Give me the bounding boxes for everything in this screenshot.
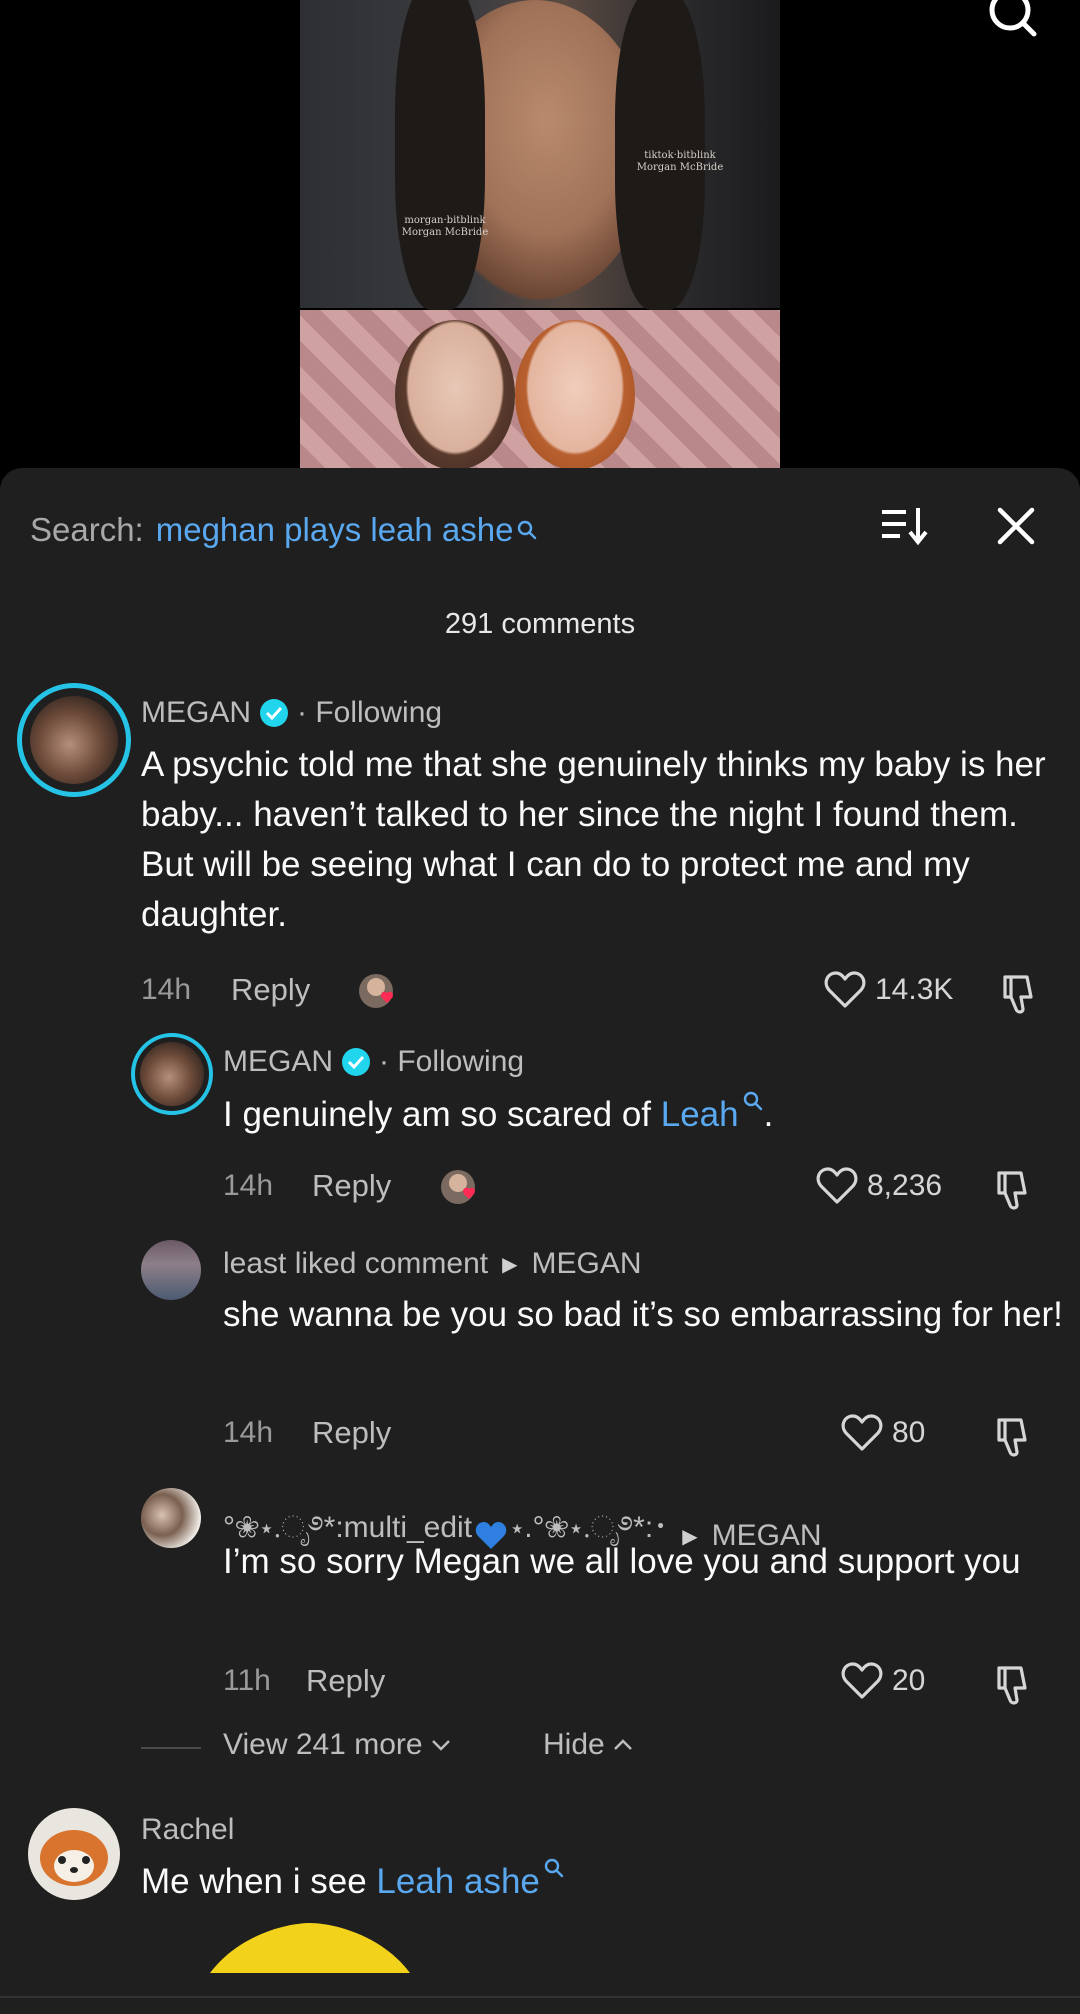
comment-text-part: . <box>763 1095 774 1134</box>
search-link[interactable]: Leah <box>661 1095 739 1134</box>
red-panda-avatar-icon <box>40 1830 108 1886</box>
like-button[interactable]: 20 <box>840 1661 925 1701</box>
following-label: · Following <box>379 1045 525 1078</box>
comment-text: she wanna be you so bad it’s so embarras… <box>223 1295 1063 1334</box>
chevron-up-icon <box>613 1739 632 1750</box>
comment-author[interactable]: MEGAN <box>223 1045 333 1079</box>
comment-time: 11h <box>223 1664 271 1697</box>
reply-to-name[interactable]: MEGAN <box>532 1247 642 1281</box>
watermark-mid: morgan·bitblink Morgan McBride <box>401 215 489 238</box>
dislike-icon[interactable] <box>991 1662 1037 1708</box>
creator-liked-icon <box>441 1170 475 1204</box>
watermark-top: tiktok·bitblink Morgan McBride <box>636 150 724 173</box>
reply-button[interactable]: Reply <box>306 1663 385 1699</box>
avatar[interactable] <box>141 1240 201 1300</box>
comment-input-bar[interactable] <box>0 1996 1080 2014</box>
like-button[interactable]: 80 <box>840 1413 925 1453</box>
like-count: 80 <box>892 1416 926 1449</box>
chevron-down-icon <box>431 1740 450 1751</box>
comment-time: 14h <box>223 1416 274 1449</box>
video-thumbnail[interactable]: tiktok·bitblink Morgan McBride morgan·bi… <box>300 0 780 468</box>
comment-time: 14h <box>223 1169 274 1202</box>
heart-icon <box>841 1414 883 1451</box>
video-player[interactable]: tiktok·bitblink Morgan McBride morgan·bi… <box>0 0 1080 475</box>
heart-icon <box>816 1167 858 1204</box>
search-icon <box>989 0 1037 37</box>
search-icon <box>544 1858 564 1878</box>
avatar[interactable] <box>141 1488 201 1548</box>
video-frame-top: tiktok·bitblink Morgan McBride morgan·bi… <box>300 0 780 310</box>
verified-icon <box>342 1048 371 1076</box>
avatar[interactable] <box>131 1033 213 1115</box>
like-count: 8,236 <box>867 1169 943 1202</box>
avatar[interactable] <box>28 1808 120 1900</box>
search-button[interactable] <box>982 0 1042 40</box>
hide-button[interactable]: Hide <box>543 1728 635 1762</box>
comment-image-preview[interactable] <box>210 1923 410 1973</box>
comment-author-line: MEGAN · Following <box>223 1045 524 1079</box>
view-more-button[interactable]: View 241 more <box>223 1728 453 1762</box>
reply-arrow-icon: ▶ <box>502 1253 518 1276</box>
comment-item: Rachel Me when i see Leah ashe <box>0 468 1080 1973</box>
comment-text: I genuinely am so scared of Leah. <box>223 1090 1063 1140</box>
hide-label: Hide <box>543 1728 605 1761</box>
comment-text: I’m so sorry Megan we all love you and s… <box>223 1542 1021 1581</box>
like-button[interactable]: 8,236 <box>815 1166 942 1206</box>
thread-divider <box>141 1747 201 1749</box>
heart-icon <box>841 1662 883 1699</box>
comment-author-line: Rachel <box>141 1813 234 1847</box>
search-icon <box>743 1091 762 1111</box>
reply-button[interactable]: Reply <box>312 1168 391 1204</box>
view-more-label: View 241 more <box>223 1728 423 1761</box>
comment-author-line: least liked comment ▶ MEGAN <box>223 1247 642 1281</box>
video-frame-bottom <box>300 310 780 468</box>
comment-text-part: I genuinely am so scared of <box>223 1095 661 1134</box>
like-count: 20 <box>892 1664 926 1697</box>
comment-text: Me when i see Leah ashe <box>141 1857 1061 1907</box>
dislike-icon[interactable] <box>991 1414 1037 1460</box>
comment-text-part: Me when i see <box>141 1862 377 1901</box>
search-link[interactable]: Leah ashe <box>376 1862 539 1901</box>
reply-button[interactable]: Reply <box>312 1415 391 1451</box>
comment-author[interactable]: least liked comment <box>223 1247 488 1281</box>
dislike-icon[interactable] <box>991 1167 1037 1213</box>
comments-sheet: Search: meghan plays leah ashe 291 comme… <box>0 468 1080 2014</box>
comment-author[interactable]: Rachel <box>141 1813 234 1847</box>
